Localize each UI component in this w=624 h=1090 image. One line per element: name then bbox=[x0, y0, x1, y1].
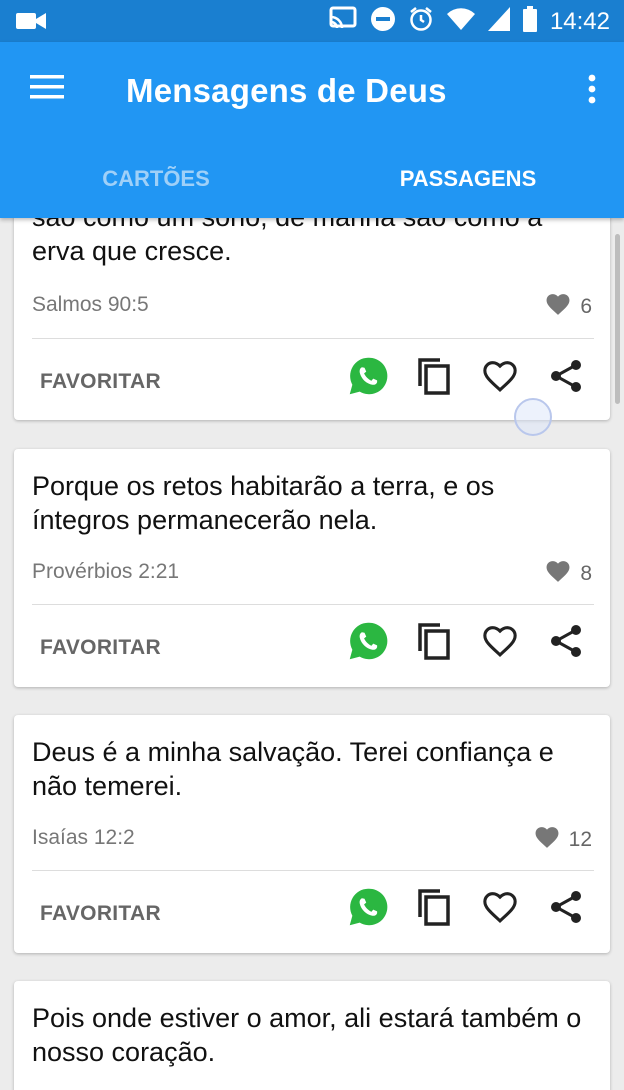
whatsapp-icon[interactable] bbox=[348, 621, 388, 661]
passage-card: Porque os retos habitarão a terra, e os … bbox=[14, 449, 610, 687]
wifi-icon bbox=[446, 7, 476, 36]
status-bar: 14:42 bbox=[0, 0, 624, 42]
video-camera-icon bbox=[16, 10, 46, 37]
app-title: Mensagens de Deus bbox=[126, 72, 447, 109]
card-divider bbox=[32, 604, 594, 605]
heart-filled-icon bbox=[544, 292, 572, 322]
status-time: 14:42 bbox=[549, 7, 610, 35]
passage-text: Porque os retos habitarão a terra, e os … bbox=[32, 471, 495, 535]
whatsapp-icon[interactable] bbox=[348, 356, 388, 396]
card-divider bbox=[32, 870, 594, 871]
card-actions bbox=[348, 621, 586, 661]
passage-card: são como um sono; de manhã são como a er… bbox=[14, 218, 610, 420]
passage-reference: Salmos 90:5 bbox=[32, 293, 149, 316]
copy-icon[interactable] bbox=[414, 356, 454, 396]
like-count: 6 bbox=[544, 292, 592, 322]
app-bar: Mensagens de Deus CARTÕES PASSAGENS bbox=[0, 42, 624, 218]
passage-card: Pois onde estiver o amor, ali estará tam… bbox=[14, 981, 610, 1090]
signal-icon bbox=[487, 7, 510, 36]
heart-outline-icon[interactable] bbox=[480, 621, 520, 661]
more-vert-icon[interactable] bbox=[586, 74, 598, 104]
favoritar-button[interactable]: FAVORITAR bbox=[40, 636, 161, 660]
alarm-icon bbox=[408, 6, 434, 37]
share-icon[interactable] bbox=[546, 887, 586, 927]
copy-icon[interactable] bbox=[414, 621, 454, 661]
share-icon[interactable] bbox=[546, 621, 586, 661]
passage-text: Pois onde estiver o amor, ali estará tam… bbox=[32, 1003, 582, 1067]
scrollbar[interactable] bbox=[615, 234, 620, 404]
menu-icon[interactable] bbox=[30, 72, 66, 102]
whatsapp-icon[interactable] bbox=[348, 887, 388, 927]
like-count: 8 bbox=[544, 559, 592, 589]
passage-text: são como um sono; de manhã são como a er… bbox=[32, 218, 542, 266]
copy-icon[interactable] bbox=[414, 887, 454, 927]
card-divider bbox=[32, 338, 594, 339]
card-actions bbox=[348, 356, 586, 396]
passage-reference: Isaías 12:2 bbox=[32, 826, 135, 849]
heart-filled-icon bbox=[533, 825, 561, 855]
tab-cartoes[interactable]: CARTÕES bbox=[0, 154, 312, 218]
passages-list[interactable]: são como um sono; de manhã são como a er… bbox=[0, 218, 624, 1090]
favoritar-button[interactable]: FAVORITAR bbox=[40, 902, 161, 926]
do-not-disturb-icon bbox=[370, 6, 396, 37]
passage-text: Deus é a minha salvação. Terei confiança… bbox=[32, 737, 554, 801]
favoritar-button[interactable]: FAVORITAR bbox=[40, 370, 161, 394]
battery-icon bbox=[522, 6, 538, 37]
cast-icon bbox=[328, 6, 358, 37]
heart-outline-icon[interactable] bbox=[480, 887, 520, 927]
passage-reference: Provérbios 2:21 bbox=[32, 560, 180, 583]
share-icon[interactable] bbox=[546, 356, 586, 396]
like-count: 12 bbox=[533, 825, 592, 855]
touch-indicator bbox=[514, 398, 552, 436]
heart-filled-icon bbox=[544, 559, 572, 589]
card-actions bbox=[348, 887, 586, 927]
tab-passagens[interactable]: PASSAGENS bbox=[312, 154, 624, 218]
tab-bar: CARTÕES PASSAGENS bbox=[0, 154, 624, 218]
heart-outline-icon[interactable] bbox=[480, 356, 520, 396]
passage-card: Deus é a minha salvação. Terei confiança… bbox=[14, 715, 610, 953]
